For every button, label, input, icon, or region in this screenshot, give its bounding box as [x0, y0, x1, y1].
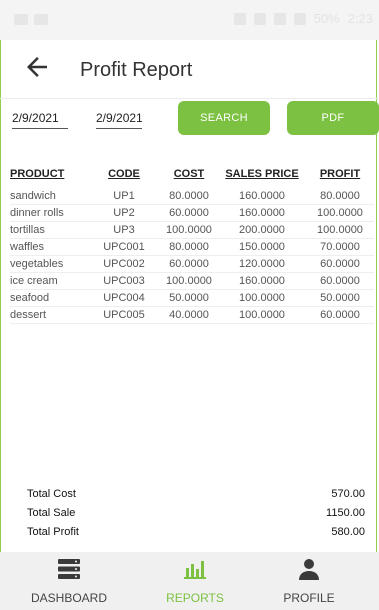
table-header-row: PRODUCT CODE COST SALES PRICE PROFIT [10, 166, 374, 188]
cell-product: dessert [10, 306, 88, 324]
bottom-navigation: DASHBOARD REPORTS PROFILE [0, 552, 379, 610]
cell-code: UPC005 [88, 306, 160, 324]
total-sale-label: Total Sale [27, 506, 76, 519]
cell-profit: 100.0000 [306, 204, 374, 222]
cell-product: dinner rolls [10, 204, 88, 222]
cell-code: UPC004 [88, 289, 160, 307]
header-sales-price: SALES PRICE [225, 168, 299, 180]
cell-cost: 80.0000 [160, 188, 218, 205]
battery-percent: 50% [313, 11, 340, 26]
cell-sales-price: 200.0000 [218, 221, 306, 239]
code-icon [34, 14, 48, 25]
cell-product: tortillas [10, 221, 88, 239]
total-sale-row: Total Sale 1150.00 [27, 503, 365, 522]
cell-sales-price: 160.0000 [218, 188, 306, 205]
cell-cost: 60.0000 [160, 204, 218, 222]
total-profit-value: 580.00 [331, 525, 365, 538]
person-icon [299, 559, 319, 580]
cell-product: ice cream [10, 272, 88, 290]
nav-reports-label: REPORTS [166, 591, 224, 605]
table-row: dinner rolls UP2 60.0000 160.0000 100.00… [10, 204, 374, 222]
cell-cost: 50.0000 [160, 289, 218, 307]
table-row: waffles UPC001 80.0000 150.0000 70.0000 [10, 238, 374, 256]
profit-table: PRODUCT CODE COST SALES PRICE PROFIT san… [10, 166, 374, 324]
search-button[interactable]: SEARCH [178, 101, 270, 135]
cell-cost: 100.0000 [160, 221, 218, 239]
nav-profile-label: PROFILE [283, 591, 335, 605]
cell-profit: 60.0000 [306, 306, 374, 324]
cell-cost: 40.0000 [160, 306, 218, 324]
total-profit-row: Total Profit 580.00 [27, 522, 365, 541]
cell-product: seafood [10, 289, 88, 307]
message-icon [14, 14, 28, 25]
header-product: PRODUCT [10, 168, 65, 180]
to-date-field[interactable]: 2/9/2021 [96, 111, 143, 129]
nav-dashboard[interactable]: DASHBOARD [14, 558, 124, 605]
page-title: Profit Report [80, 59, 193, 81]
cell-code: UP1 [88, 188, 160, 205]
table-row: ice cream UPC003 100.0000 160.0000 60.00… [10, 272, 374, 290]
cell-profit: 80.0000 [306, 188, 374, 205]
cell-sales-price: 120.0000 [218, 255, 306, 273]
table-row: sandwich UP1 80.0000 160.0000 80.0000 [10, 188, 374, 205]
total-cost-row: Total Cost 570.00 [27, 484, 365, 503]
cell-product: sandwich [10, 188, 88, 205]
bar-chart-icon [184, 561, 206, 579]
cell-code: UPC003 [88, 272, 160, 290]
cell-profit: 100.0000 [306, 221, 374, 239]
server-icon [58, 559, 80, 579]
table-row: tortillas UP3 100.0000 200.0000 100.0000 [10, 221, 374, 239]
filter-bar: 2/9/2021 2/9/2021 SEARCH PDF [0, 98, 379, 137]
total-sale-value: 1150.00 [326, 506, 365, 519]
cell-sales-price: 100.0000 [218, 306, 306, 324]
back-arrow-icon[interactable] [22, 52, 52, 82]
cell-profit: 50.0000 [306, 289, 374, 307]
cell-profit: 70.0000 [306, 238, 374, 256]
app-bar: Profit Report [0, 40, 379, 96]
header-code: CODE [108, 168, 140, 180]
cell-code: UP2 [88, 204, 160, 222]
cell-product: vegetables [10, 255, 88, 273]
from-date-field[interactable]: 2/9/2021 [12, 111, 68, 129]
cell-sales-price: 160.0000 [218, 272, 306, 290]
cell-sales-price: 160.0000 [218, 204, 306, 222]
battery-icon [293, 12, 306, 25]
wifi-icon [273, 12, 286, 25]
cell-profit: 60.0000 [306, 272, 374, 290]
cell-sales-price: 150.0000 [218, 238, 306, 256]
totals-section: Total Cost 570.00 Total Sale 1150.00 Tot… [27, 484, 365, 541]
cell-sales-price: 100.0000 [218, 289, 306, 307]
cell-cost: 80.0000 [160, 238, 218, 256]
table-row: dessert UPC005 40.0000 100.0000 60.0000 [10, 306, 374, 324]
cell-cost: 100.0000 [160, 272, 218, 290]
cell-code: UPC001 [88, 238, 160, 256]
cell-profit: 60.0000 [306, 255, 374, 273]
header-profit: PROFIT [319, 168, 361, 180]
total-cost-value: 570.00 [331, 487, 365, 500]
status-bar: 50% 2:23 [0, 0, 379, 40]
total-profit-label: Total Profit [27, 525, 79, 538]
table-row: seafood UPC004 50.0000 100.0000 50.0000 [10, 289, 374, 307]
header-cost: COST [173, 168, 205, 180]
pdf-button[interactable]: PDF [287, 101, 379, 135]
cell-code: UPC002 [88, 255, 160, 273]
nav-reports[interactable]: REPORTS [140, 558, 250, 605]
cell-code: UP3 [88, 221, 160, 239]
nav-dashboard-label: DASHBOARD [30, 591, 107, 605]
table-row: vegetables UPC002 60.0000 120.0000 60.00… [10, 255, 374, 273]
cell-cost: 60.0000 [160, 255, 218, 273]
cell-product: waffles [10, 238, 88, 256]
clock: 2:23 [347, 11, 373, 26]
total-cost-label: Total Cost [27, 487, 76, 500]
nav-profile[interactable]: PROFILE [254, 558, 364, 605]
screenshot-icon [233, 12, 246, 25]
bluetooth-icon [253, 12, 266, 25]
